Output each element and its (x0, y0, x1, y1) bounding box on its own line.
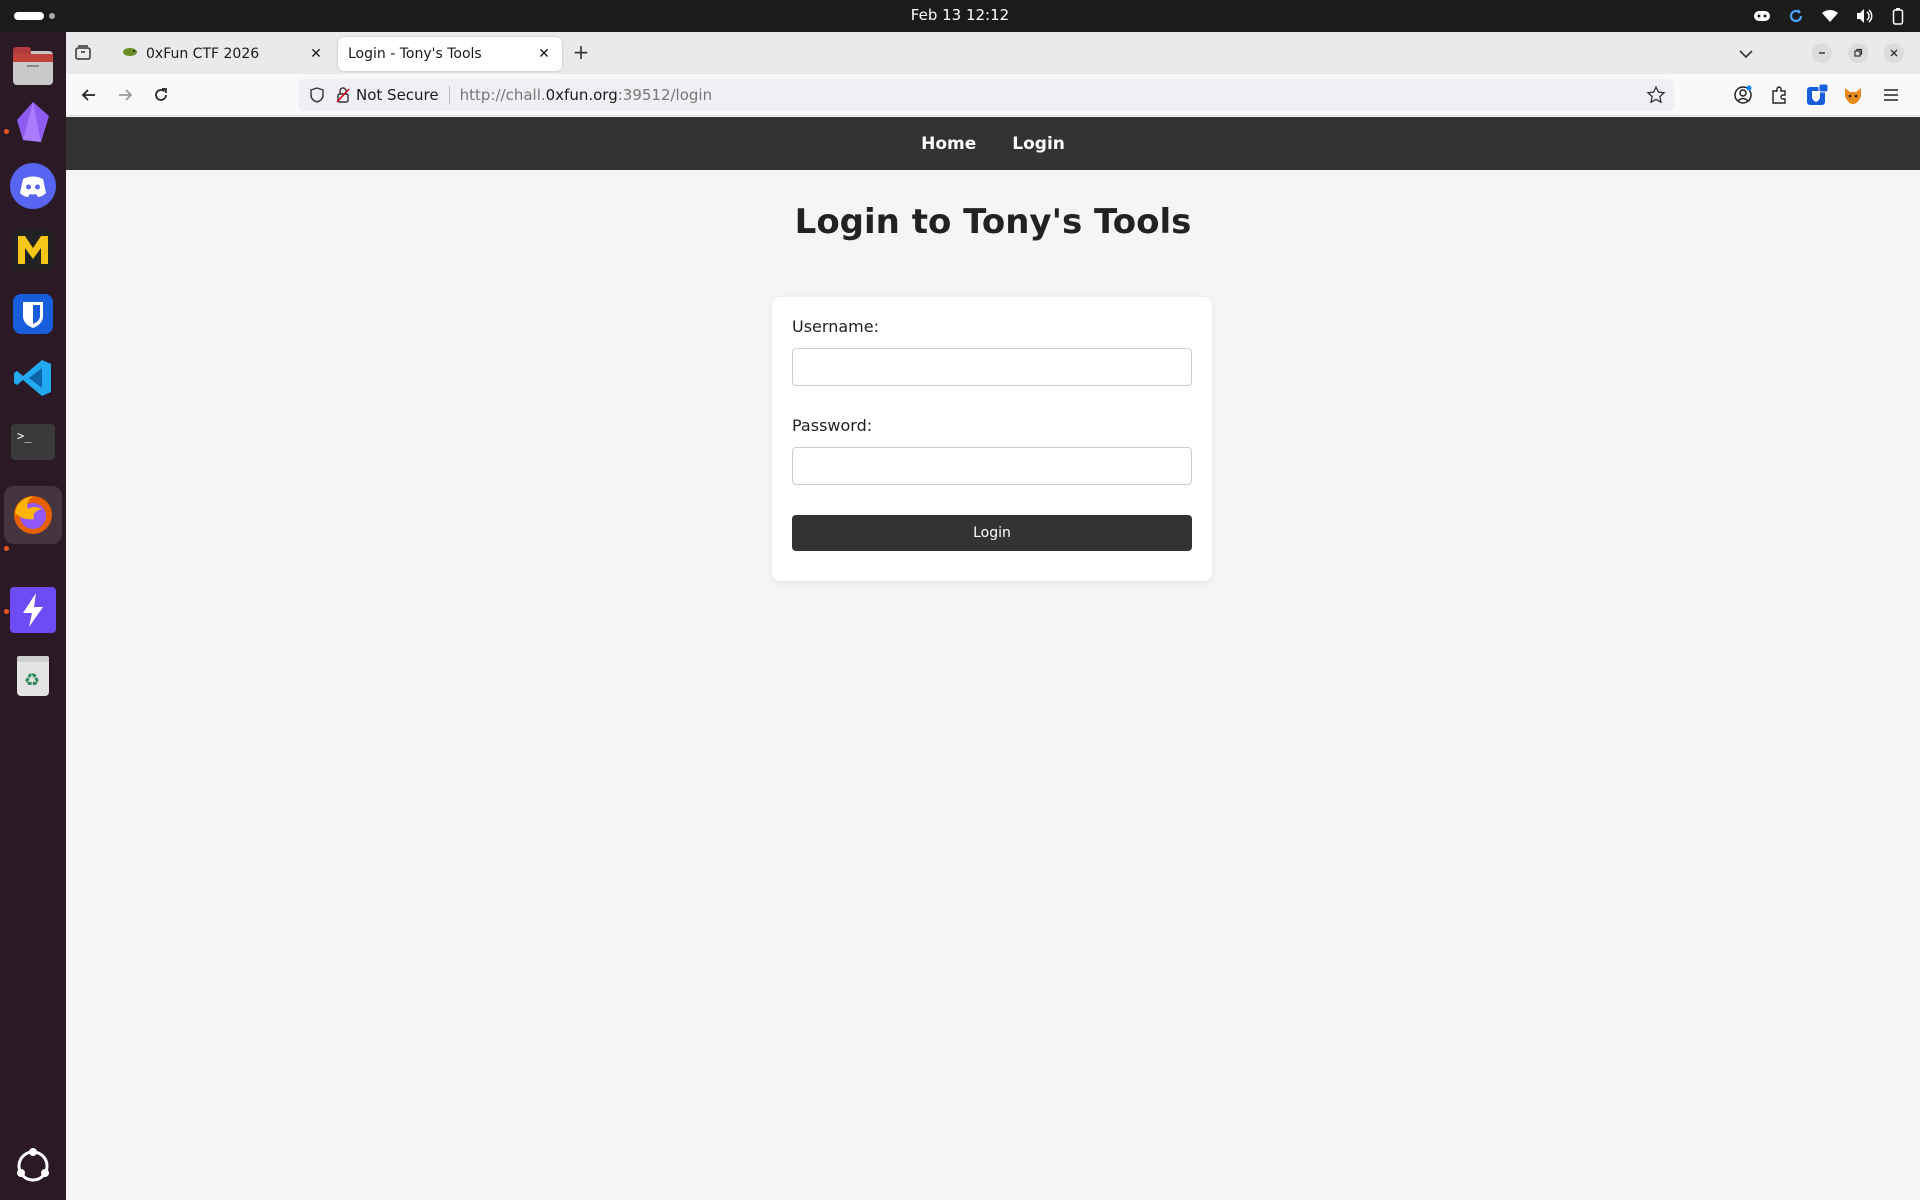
back-button[interactable] (78, 84, 100, 106)
username-field[interactable] (792, 348, 1192, 386)
url-text[interactable]: http://chall.0xfun.org:39512/login (460, 86, 712, 104)
nav-login-link[interactable]: Login (1012, 134, 1065, 154)
system-top-bar: Feb 13 12:12 (0, 0, 1920, 32)
url-prefix: http://chall. (459, 86, 546, 104)
battery-icon[interactable] (1888, 6, 1908, 26)
page-title: Login to Tony's Tools (794, 202, 1192, 242)
hamburger-menu-icon[interactable] (1880, 84, 1902, 106)
browser-window: 0xFun CTF 2026 ✕ Login - Tony's Tools ✕ … (66, 32, 1920, 1200)
dock-trash-icon[interactable]: ♻ (9, 652, 57, 700)
application-dock: >_ ♻ (0, 32, 66, 1200)
svg-text:>_: >_ (17, 429, 32, 443)
nav-home-link[interactable]: Home (921, 134, 976, 154)
dock-firefox-icon[interactable] (4, 486, 62, 544)
navigation-toolbar: Not Secure http://chall.0xfun.org:39512/… (66, 74, 1920, 116)
sync-tray-icon[interactable] (1786, 6, 1806, 26)
account-icon[interactable] (1732, 84, 1754, 106)
dock-m-app-icon[interactable] (9, 226, 57, 274)
system-clock[interactable]: Feb 13 12:12 (0, 6, 1920, 24)
svg-text:♻: ♻ (24, 670, 40, 691)
site-navigation: Home Login (66, 117, 1920, 170)
restore-button[interactable] (1848, 43, 1868, 63)
tab-favicon-icon (122, 46, 138, 62)
dock-discord-icon[interactable] (9, 162, 57, 210)
username-label: Username: (792, 317, 879, 336)
volume-icon[interactable] (1854, 6, 1874, 26)
fox-extension-icon[interactable] (1842, 84, 1864, 106)
discord-tray-icon[interactable] (1752, 6, 1772, 26)
url-domain: 0xfun.org (545, 86, 618, 104)
wifi-icon[interactable] (1820, 6, 1840, 26)
reload-button[interactable] (150, 84, 172, 106)
not-secure-label[interactable]: Not Secure (356, 86, 439, 104)
shield-icon[interactable] (308, 86, 326, 104)
tab-login-tonys-tools[interactable]: Login - Tony's Tools ✕ (338, 37, 562, 71)
show-apps-icon[interactable] (9, 1142, 57, 1190)
url-bar[interactable]: Not Secure http://chall.0xfun.org:39512/… (298, 79, 1674, 111)
tab-title: 0xFun CTF 2026 (146, 46, 260, 62)
dock-terminal-icon[interactable]: >_ (9, 418, 57, 466)
minimize-button[interactable] (1812, 43, 1832, 63)
dock-files-icon[interactable] (9, 42, 57, 90)
tab-0xfun-ctf[interactable]: 0xFun CTF 2026 ✕ (112, 37, 334, 71)
bookmark-star-icon[interactable] (1646, 85, 1666, 105)
dock-obsidian-icon[interactable] (9, 98, 57, 146)
web-page: Home Login Login to Tony's Tools Usernam… (66, 117, 1920, 1200)
system-tray[interactable] (1752, 5, 1908, 27)
tab-title: Login - Tony's Tools (348, 46, 482, 62)
new-tab-button[interactable]: + (570, 42, 592, 64)
chevron-down-icon[interactable] (1736, 44, 1756, 64)
login-button[interactable]: Login (792, 515, 1192, 551)
dock-bitwarden-icon[interactable] (9, 290, 57, 338)
running-indicator-icon (4, 546, 9, 551)
url-separator (448, 86, 450, 104)
forward-button[interactable] (114, 84, 136, 106)
password-label: Password: (792, 416, 873, 435)
tab-strip: 0xFun CTF 2026 ✕ Login - Tony's Tools ✕ … (66, 32, 1920, 74)
dock-zap-icon[interactable] (9, 586, 57, 634)
bitwarden-extension-icon[interactable] (1806, 84, 1828, 106)
tab-close-icon[interactable]: ✕ (308, 46, 324, 62)
url-suffix: :39512/login (617, 86, 713, 104)
insecure-lock-icon[interactable] (334, 86, 352, 104)
tab-close-icon[interactable]: ✕ (536, 46, 552, 62)
login-form: Username: Password: Login (772, 297, 1212, 581)
extensions-icon[interactable] (1768, 84, 1790, 106)
dock-vscode-icon[interactable] (9, 354, 57, 402)
tab-list-icon[interactable] (74, 44, 92, 62)
close-window-button[interactable] (1884, 43, 1904, 63)
password-field[interactable] (792, 447, 1192, 485)
